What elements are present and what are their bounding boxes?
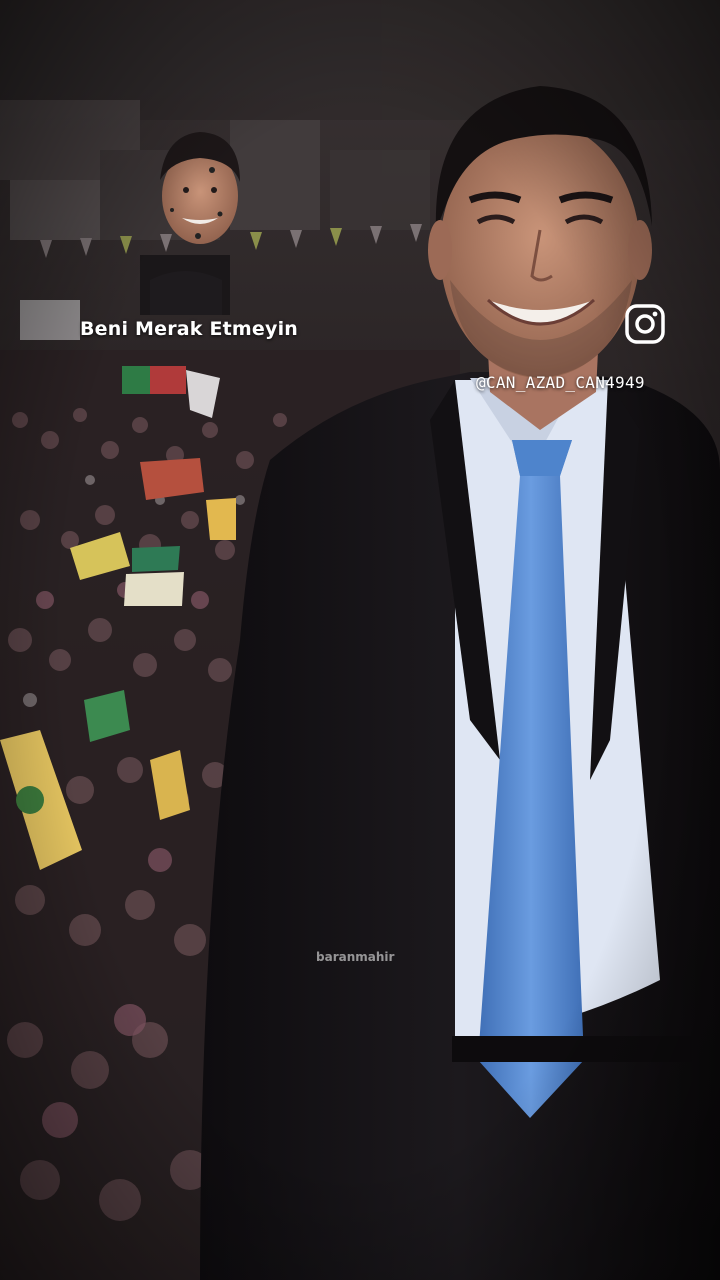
rally-scene — [0, 0, 720, 1280]
video-caption: Beni Merak Etmeyin — [80, 318, 299, 340]
watermark-text: baranmahir — [316, 950, 395, 964]
instagram-handle[interactable]: @CAN_AZAD_CAN4949 — [476, 373, 645, 392]
instagram-icon[interactable] — [624, 303, 666, 345]
